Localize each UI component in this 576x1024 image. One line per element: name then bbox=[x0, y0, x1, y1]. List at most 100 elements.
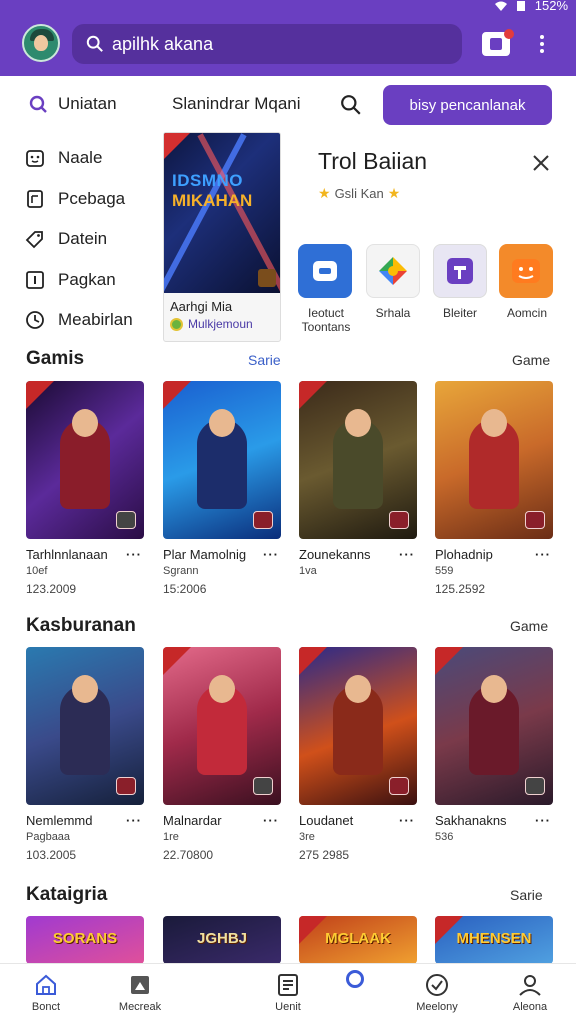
panel-rating: ★ Gsli Kan ★ bbox=[318, 185, 400, 202]
primary-action-button[interactable]: bisy pencanlanak bbox=[383, 85, 552, 125]
app-tile-toontans[interactable] bbox=[298, 244, 352, 298]
sidebar-item-meabirlan[interactable]: Meabirlan bbox=[24, 300, 164, 341]
nav-item-uenit[interactable]: Uenit bbox=[248, 972, 328, 1013]
game-downloads: 15:2006 bbox=[163, 582, 207, 596]
game-meta: 559 bbox=[435, 565, 454, 577]
sidebar-item-naale[interactable]: Naale bbox=[24, 138, 164, 179]
profile-icon bbox=[519, 975, 541, 996]
status-bar: 152% bbox=[0, 0, 576, 14]
game-title: Tarhlnnlanaan bbox=[26, 547, 108, 562]
game-title: Malnardar bbox=[163, 813, 222, 828]
section-more-link[interactable]: Game bbox=[512, 352, 550, 368]
more-vert-icon[interactable] bbox=[532, 32, 552, 56]
game-card[interactable]: MGLAAK bbox=[299, 916, 417, 964]
nav-active-indicator bbox=[346, 970, 364, 988]
sidebar-item-label: Datein bbox=[58, 229, 108, 249]
game-meta: 3re bbox=[299, 831, 315, 843]
nav-label: Aleona bbox=[512, 1001, 548, 1013]
game-card[interactable]: Sakhanakns ··· 536 bbox=[435, 647, 553, 848]
game-title: Sakhanakns bbox=[435, 813, 507, 828]
grid-icon bbox=[278, 974, 298, 996]
game-card[interactable]: Nemlemmd ··· Pagbaaa 103.2005 bbox=[26, 647, 144, 862]
app-tile-bleiter[interactable] bbox=[433, 244, 487, 298]
tab-slanindrar[interactable]: Slanindrar Mqani bbox=[172, 94, 301, 114]
game-card[interactable]: Plohadnip ··· 559 125.2592 bbox=[435, 381, 553, 596]
game-logo-text: MHENSEN bbox=[456, 930, 532, 947]
see-all-link[interactable]: Sarie bbox=[248, 352, 281, 368]
more-options-icon[interactable]: ··· bbox=[126, 813, 142, 828]
battery-icon bbox=[516, 0, 525, 11]
home-icon bbox=[36, 974, 56, 995]
tab-uniatan[interactable]: Uniatan bbox=[28, 94, 117, 114]
tab-label: Uniatan bbox=[58, 94, 117, 113]
notification-badge bbox=[504, 29, 514, 39]
nav-item-meelony[interactable]: Meelony bbox=[397, 972, 477, 1013]
game-card[interactable]: Plar Mamolnig ··· Sgrann 15:2006 bbox=[163, 381, 281, 596]
game-meta: 1re bbox=[163, 831, 179, 843]
featured-game-art: IDSMNO MIKAHAN bbox=[164, 133, 280, 293]
app-tile-aomcin[interactable] bbox=[499, 244, 553, 298]
clock-icon bbox=[26, 311, 44, 330]
more-options-icon[interactable]: ··· bbox=[263, 547, 279, 562]
game-card[interactable]: MHENSEN bbox=[435, 916, 553, 964]
info-icon bbox=[26, 270, 44, 289]
section-more-link[interactable]: Game bbox=[510, 618, 548, 634]
more-options-icon[interactable]: ··· bbox=[126, 547, 142, 562]
age-rating-icon bbox=[389, 511, 409, 529]
nav-item-mecreak[interactable]: Mecreak bbox=[100, 972, 180, 1013]
battery-text: 152% bbox=[534, 0, 568, 13]
game-title: Plar Mamolnig bbox=[163, 547, 247, 562]
more-options-icon[interactable]: ··· bbox=[399, 547, 415, 562]
game-meta: Pagbaaa bbox=[26, 831, 71, 843]
cart-button[interactable] bbox=[482, 29, 514, 56]
game-card[interactable]: JGHBJ bbox=[163, 916, 281, 964]
nav-item-home[interactable]: Bonct bbox=[6, 972, 86, 1013]
nav-item-aleona[interactable]: Aleona bbox=[490, 972, 570, 1013]
search-icon[interactable] bbox=[340, 94, 362, 116]
badge-corner bbox=[164, 133, 190, 159]
nav-label: Bonct bbox=[31, 1001, 61, 1013]
app-label: Aomcin bbox=[506, 306, 547, 320]
avatar[interactable] bbox=[22, 24, 60, 62]
section-title: Kataigria bbox=[26, 884, 108, 905]
age-rating-icon bbox=[525, 777, 545, 795]
sidebar-item-pcebaga[interactable]: Pcebaga bbox=[24, 179, 164, 220]
sidebar-item-pagkan[interactable]: Pagkan bbox=[24, 260, 164, 301]
section-more-link[interactable]: Sarie bbox=[510, 887, 543, 903]
sidebar-item-label: Pagkan bbox=[58, 269, 116, 289]
game-downloads: 22.70800 bbox=[163, 848, 214, 862]
more-options-icon[interactable]: ··· bbox=[535, 813, 551, 828]
game-cover bbox=[26, 381, 144, 539]
game-meta: Sgrann bbox=[163, 565, 199, 577]
star-icon: ★ bbox=[387, 185, 401, 201]
search-input[interactable]: apilhk akana bbox=[112, 34, 213, 55]
star-icon: ★ bbox=[318, 185, 331, 201]
featured-art-subtitle: MIKAHAN bbox=[172, 191, 253, 210]
game-card[interactable]: Malnardar ··· 1re 22.70800 bbox=[163, 647, 281, 862]
sidebar-item-label: Pcebaga bbox=[58, 188, 126, 208]
game-card[interactable]: SORANS bbox=[26, 916, 144, 964]
age-rating-icon bbox=[258, 269, 276, 287]
game-card[interactable]: Loudanet ··· 3re 275 2985 bbox=[299, 647, 417, 862]
featured-game-card[interactable]: IDSMNO MIKAHAN Aarhgi Mia Mulkjemoun bbox=[163, 132, 281, 342]
close-icon[interactable] bbox=[532, 154, 550, 172]
sidebar-item-datein[interactable]: Datein bbox=[24, 219, 164, 260]
more-options-icon[interactable]: ··· bbox=[535, 547, 551, 562]
game-downloads: 275 2985 bbox=[299, 848, 350, 862]
search-bar[interactable]: apilhk akana bbox=[72, 24, 462, 64]
age-rating-icon bbox=[253, 511, 273, 529]
game-cover: SORANS bbox=[26, 916, 144, 964]
app-bar: apilhk akana bbox=[0, 14, 576, 76]
age-rating-icon bbox=[116, 511, 136, 529]
search-person-icon bbox=[29, 95, 47, 113]
game-downloads: 103.2005 bbox=[26, 848, 77, 862]
featured-art-title: IDSMNO bbox=[172, 171, 243, 190]
bottom-navigation: Bonct Mecreak Uenit Meelony Aleona bbox=[0, 963, 576, 1024]
game-card[interactable]: Tarhlnnlanaan ··· 10ef 123.2009 bbox=[26, 381, 144, 596]
app-tile-srhala[interactable] bbox=[366, 244, 420, 298]
face-icon bbox=[26, 150, 44, 168]
more-options-icon[interactable]: ··· bbox=[263, 813, 279, 828]
featured-publisher: Mulkjemoun bbox=[170, 317, 253, 331]
more-options-icon[interactable]: ··· bbox=[399, 813, 415, 828]
game-card[interactable]: Zounekanns ··· 1va bbox=[299, 381, 417, 582]
